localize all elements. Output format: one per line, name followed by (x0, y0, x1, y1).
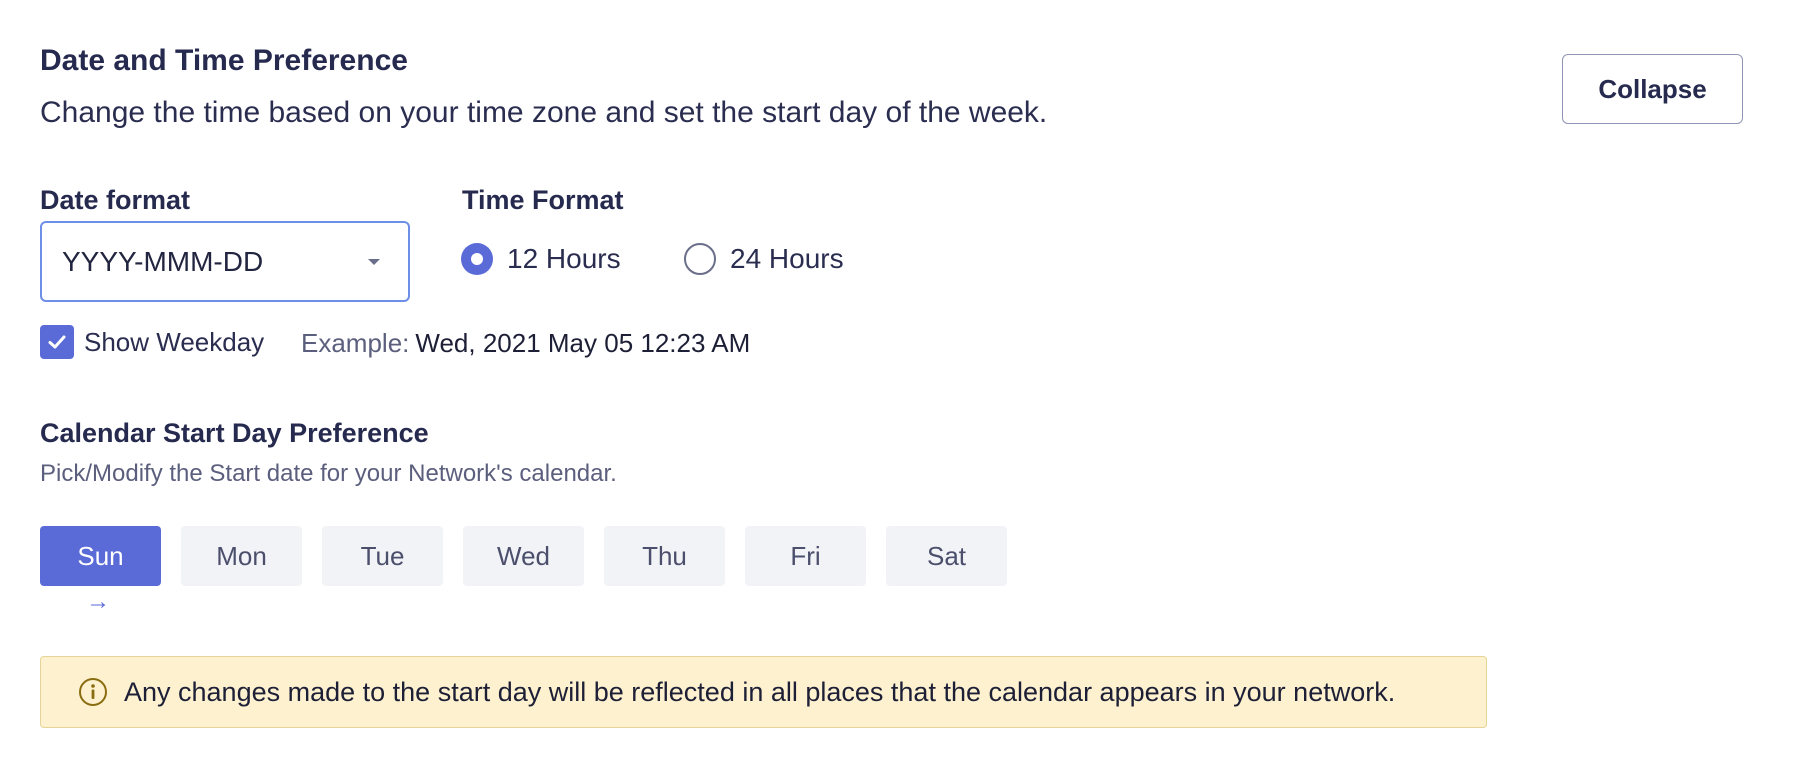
day-button-mon[interactable]: Mon (181, 526, 302, 586)
date-format-label: Date format (40, 185, 191, 215)
date-format-select[interactable]: YYYY-MMM-DD (40, 221, 410, 302)
calendar-section-subtitle: Pick/Modify the Start date for your Netw… (40, 460, 617, 487)
collapse-button[interactable]: Collapse (1562, 54, 1743, 124)
show-weekday-checkbox[interactable]: Show Weekday (40, 325, 264, 359)
section-title: Date and Time Preference (40, 44, 408, 77)
notice-text: Any changes made to the start day will b… (124, 676, 1396, 707)
time-format-label: Time Format (462, 185, 624, 215)
radio-checked-icon[interactable] (461, 243, 493, 275)
day-button-thu[interactable]: Thu (604, 526, 725, 586)
radio-24-hours-label: 24 Hours (730, 243, 844, 274)
radio-12-hours-label: 12 Hours (507, 243, 621, 274)
checkmark-icon[interactable] (40, 325, 74, 359)
arrow-right-icon: → (86, 588, 110, 615)
radio-unchecked-icon[interactable] (684, 243, 716, 275)
date-format-value: YYYY-MMM-DD (62, 245, 264, 277)
calendar-section-title: Calendar Start Day Preference (40, 418, 429, 448)
example-value: Wed, 2021 May 05 12:23 AM (415, 328, 751, 358)
radio-24-hours[interactable]: 24 Hours (684, 243, 844, 275)
example-label: Example: (301, 328, 410, 358)
section-subtitle: Change the time based on your time zone … (40, 96, 1048, 129)
info-icon (78, 677, 108, 707)
radio-12-hours[interactable]: 12 Hours (461, 243, 621, 275)
day-button-tue[interactable]: Tue (322, 526, 443, 586)
day-button-fri[interactable]: Fri (745, 526, 866, 586)
day-button-sat[interactable]: Sat (886, 526, 1007, 586)
day-button-wed[interactable]: Wed (463, 526, 584, 586)
example-preview: Example: Wed, 2021 May 05 12:23 AM (301, 328, 750, 359)
date-time-preference-panel: Date and Time Preference Change the time… (0, 0, 1794, 782)
show-weekday-label: Show Weekday (84, 326, 265, 357)
caret-down-icon (368, 259, 380, 265)
info-notice: Any changes made to the start day will b… (40, 656, 1487, 728)
day-button-sun[interactable]: Sun (40, 526, 161, 586)
